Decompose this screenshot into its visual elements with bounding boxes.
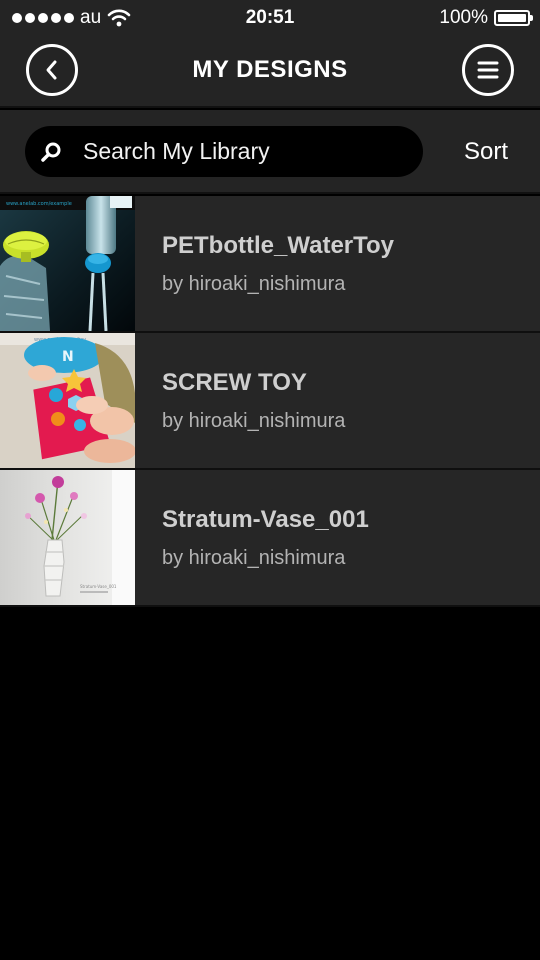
design-thumbnail: Stratum-Vase_001 [0,470,135,605]
status-bar: au 20:51 100% [0,0,540,36]
design-author: by hiroaki_nishimura [162,273,346,295]
design-title: SCREW TOY [162,369,307,396]
status-left: au [12,7,131,29]
design-author: by hiroaki_nishimura [162,410,346,432]
battery-percent: 100% [439,7,488,28]
svg-text:N: N [62,349,74,365]
list-item[interactable]: www.anelab.com/toy N SCREW TOY [0,333,540,470]
battery-icon [494,10,533,26]
svg-text:www.anelab.com/example: www.anelab.com/example [6,201,72,207]
design-title: PETbottle_WaterToy [162,232,395,259]
design-list: www.anelab.com/example PETbottle_WaterTo… [0,196,540,607]
search-input[interactable]: Search My Library [25,126,423,177]
carrier-name: au [80,7,102,28]
design-title: Stratum-Vase_001 [162,506,369,533]
wifi-icon [107,9,131,27]
search-placeholder: Search My Library [83,138,270,164]
design-author: by hiroaki_nishimura [162,547,346,569]
sort-button[interactable]: Sort [464,110,508,194]
list-item[interactable]: Stratum-Vase_001 Stratum-Vase_001 by hir… [0,470,540,607]
design-thumbnail: www.anelab.com/example [0,196,135,331]
search-row: Search My Library Sort [0,110,540,194]
svg-text:Stratum-Vase_001: Stratum-Vase_001 [80,584,117,589]
my-designs-screen: au 20:51 100% MY DESIGNS Search My Libra… [0,0,540,960]
navigation-bar: MY DESIGNS [0,36,540,108]
search-icon [41,142,61,162]
menu-button[interactable] [462,44,514,96]
signal-strength-icon [12,13,74,23]
design-thumbnail: www.anelab.com/toy N [0,333,135,468]
hamburger-menu-icon [477,61,499,79]
list-item[interactable]: www.anelab.com/example PETbottle_WaterTo… [0,196,540,333]
status-right: 100% [439,7,533,29]
page-title: MY DESIGNS [192,56,348,83]
